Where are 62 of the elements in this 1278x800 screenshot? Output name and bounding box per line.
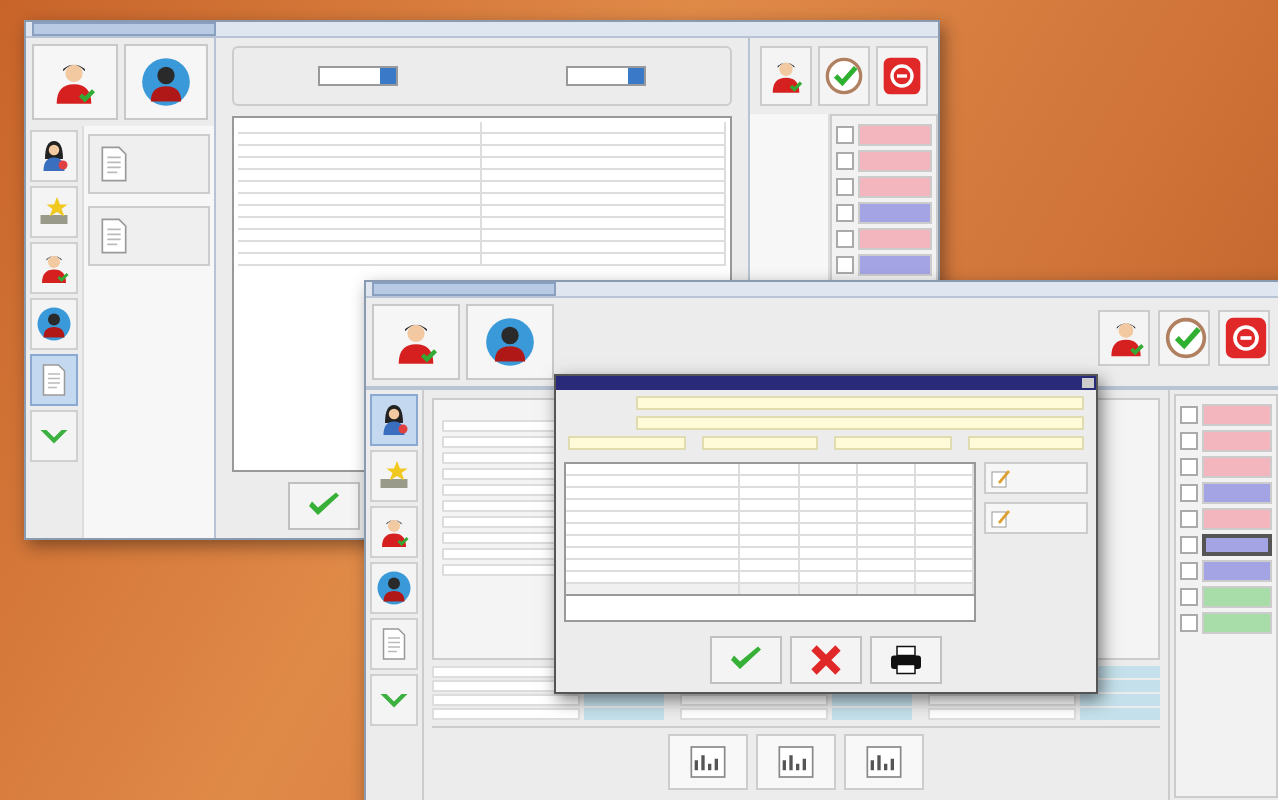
sidebar-button[interactable] [30, 130, 78, 182]
checkbox[interactable] [836, 126, 854, 144]
print-button[interactable] [870, 636, 942, 684]
report-button[interactable] [844, 734, 924, 790]
input-field[interactable] [680, 694, 828, 706]
person-circle-icon [139, 56, 192, 108]
checkbox[interactable] [1180, 484, 1198, 502]
toolbar-button[interactable] [466, 304, 554, 380]
checkbox[interactable] [836, 256, 854, 274]
report-item[interactable] [88, 206, 210, 266]
input-field[interactable] [432, 694, 580, 706]
pencil-icon [988, 506, 1012, 530]
sidebar-button[interactable] [370, 394, 418, 446]
star-icon [376, 458, 412, 494]
checkbox[interactable] [836, 230, 854, 248]
person-circle-icon [36, 306, 72, 342]
report-button[interactable] [668, 734, 748, 790]
checkbox[interactable] [836, 178, 854, 196]
checkbox[interactable] [1180, 406, 1198, 424]
report-button[interactable] [756, 734, 836, 790]
checkbox[interactable] [836, 152, 854, 170]
sidebar-button[interactable] [30, 298, 78, 350]
exit-icon [1224, 316, 1268, 360]
star-icon [36, 194, 72, 230]
date-field[interactable] [566, 66, 646, 86]
person-circle-icon [376, 570, 412, 606]
chart-icon [864, 742, 904, 782]
checkbox[interactable] [1180, 588, 1198, 606]
person-icon [36, 250, 72, 286]
report-item[interactable] [88, 134, 210, 194]
ok-button[interactable] [288, 482, 360, 530]
ok-button[interactable] [710, 636, 782, 684]
person-icon [376, 514, 412, 550]
checkbox[interactable] [1180, 458, 1198, 476]
input-field[interactable] [636, 396, 1084, 410]
exit-icon [882, 56, 922, 96]
person-circle-icon [484, 316, 536, 368]
date-field[interactable] [318, 66, 398, 86]
input-field[interactable] [928, 708, 1076, 720]
input-field[interactable] [928, 694, 1076, 706]
sidebar-button[interactable] [370, 562, 418, 614]
cross-icon [808, 642, 844, 678]
toolbar-button[interactable] [123, 44, 208, 120]
chart-icon [776, 742, 816, 782]
input-field[interactable] [636, 416, 1084, 430]
printer-icon [888, 642, 924, 678]
checkbox[interactable] [1180, 510, 1198, 528]
checkbox[interactable] [836, 204, 854, 222]
cancel-button[interactable] [790, 636, 862, 684]
edit-button[interactable] [984, 462, 1088, 494]
checkbox[interactable] [1180, 562, 1198, 580]
check-circle-icon [824, 56, 864, 96]
input-field[interactable] [432, 708, 580, 720]
pencil-icon [988, 466, 1012, 490]
checkbox[interactable] [1180, 432, 1198, 450]
checkbox[interactable] [1180, 536, 1198, 554]
edit-button[interactable] [984, 502, 1088, 534]
status-tile[interactable] [1202, 534, 1272, 556]
check-circle-icon [1164, 316, 1208, 360]
input-field[interactable] [680, 708, 828, 720]
checkbox[interactable] [1180, 614, 1198, 632]
chart-icon [688, 742, 728, 782]
